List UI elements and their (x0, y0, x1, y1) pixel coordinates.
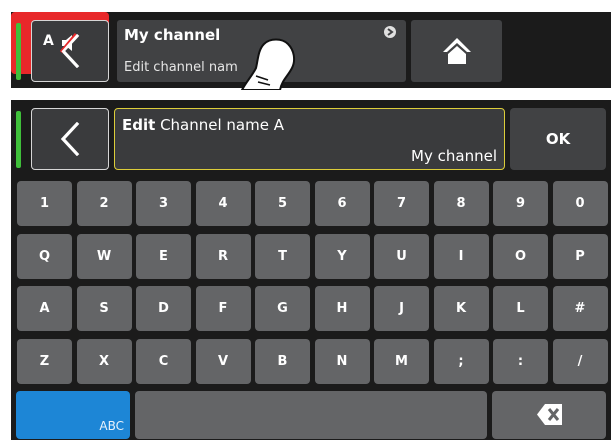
edit-word: Edit (122, 116, 156, 134)
back-button[interactable] (31, 108, 109, 170)
key[interactable]: M (374, 338, 429, 384)
key[interactable]: H (314, 286, 370, 331)
status-indicator (16, 23, 21, 80)
space-key[interactable] (135, 391, 487, 439)
key[interactable]: 5 (255, 181, 310, 226)
key[interactable]: 7 (374, 181, 429, 226)
keyboard-mode-label: ABC (99, 419, 124, 433)
key[interactable]: 2 (76, 181, 132, 226)
key[interactable]: U (374, 233, 429, 279)
key[interactable]: Z (17, 338, 72, 384)
key[interactable]: X (76, 338, 132, 384)
key[interactable]: R (195, 233, 251, 279)
key[interactable]: # (552, 286, 608, 331)
mute-label: A (43, 33, 54, 49)
key[interactable]: 9 (493, 181, 548, 226)
info-icon (384, 26, 396, 38)
key[interactable]: V (195, 338, 251, 384)
channel-name-input[interactable]: Edit Channel name A My channel (114, 108, 505, 170)
field-name: Channel name A (160, 116, 284, 134)
key[interactable]: P (552, 233, 608, 279)
key[interactable]: G (255, 286, 310, 331)
key[interactable]: S (76, 286, 132, 331)
input-value: My channel (411, 147, 497, 165)
key[interactable]: O (493, 233, 548, 279)
key[interactable]: 1 (17, 181, 72, 226)
backspace-key[interactable] (492, 391, 606, 439)
ok-button[interactable]: OK (510, 108, 606, 170)
backspace-icon (537, 404, 562, 425)
key[interactable]: T (255, 233, 310, 279)
key[interactable]: 4 (195, 181, 251, 226)
key[interactable]: D (136, 286, 191, 331)
keyboard-mode-button[interactable]: ABC (16, 391, 130, 439)
tap-finger-icon (241, 38, 296, 90)
key[interactable]: A (17, 286, 72, 331)
key[interactable]: B (255, 338, 310, 384)
key[interactable]: : (493, 338, 548, 384)
key[interactable]: C (136, 338, 191, 384)
edit-field-label: Edit Channel name A (122, 116, 284, 134)
ok-label: OK (545, 130, 571, 148)
on-screen-keyboard: 1 2 3 4 5 6 7 8 9 0 Q W E R T Y U I O P A S D F G H J K L # Z X C V B N M;: /… (11, 176, 611, 440)
key[interactable]: N (314, 338, 370, 384)
edit-bar: Edit Channel name A My channel OK (11, 100, 611, 176)
home-button[interactable] (411, 20, 502, 82)
key[interactable]: 8 (433, 181, 489, 226)
key[interactable]: 3 (136, 181, 191, 226)
channel-title: My channel (124, 26, 221, 44)
speaker-muted-icon (60, 33, 78, 53)
key[interactable]: K (433, 286, 489, 331)
chevron-left-icon (60, 122, 80, 156)
key[interactable]: W (76, 233, 132, 279)
key[interactable]: / (552, 338, 608, 384)
home-icon (443, 38, 471, 64)
status-indicator (16, 111, 21, 168)
channel-subtitle: Edit channel nam (124, 60, 238, 75)
key[interactable]: Q (17, 233, 72, 279)
key[interactable]: ; (433, 338, 489, 384)
key[interactable]: I (433, 233, 489, 279)
key[interactable]: 0 (552, 181, 608, 226)
key[interactable]: E (136, 233, 191, 279)
key[interactable]: 6 (314, 181, 370, 226)
channel-bar: My channel Edit channel nam A (11, 12, 611, 88)
key[interactable]: F (195, 286, 251, 331)
key[interactable]: Y (314, 233, 370, 279)
key[interactable]: J (374, 286, 429, 331)
key[interactable]: L (493, 286, 548, 331)
